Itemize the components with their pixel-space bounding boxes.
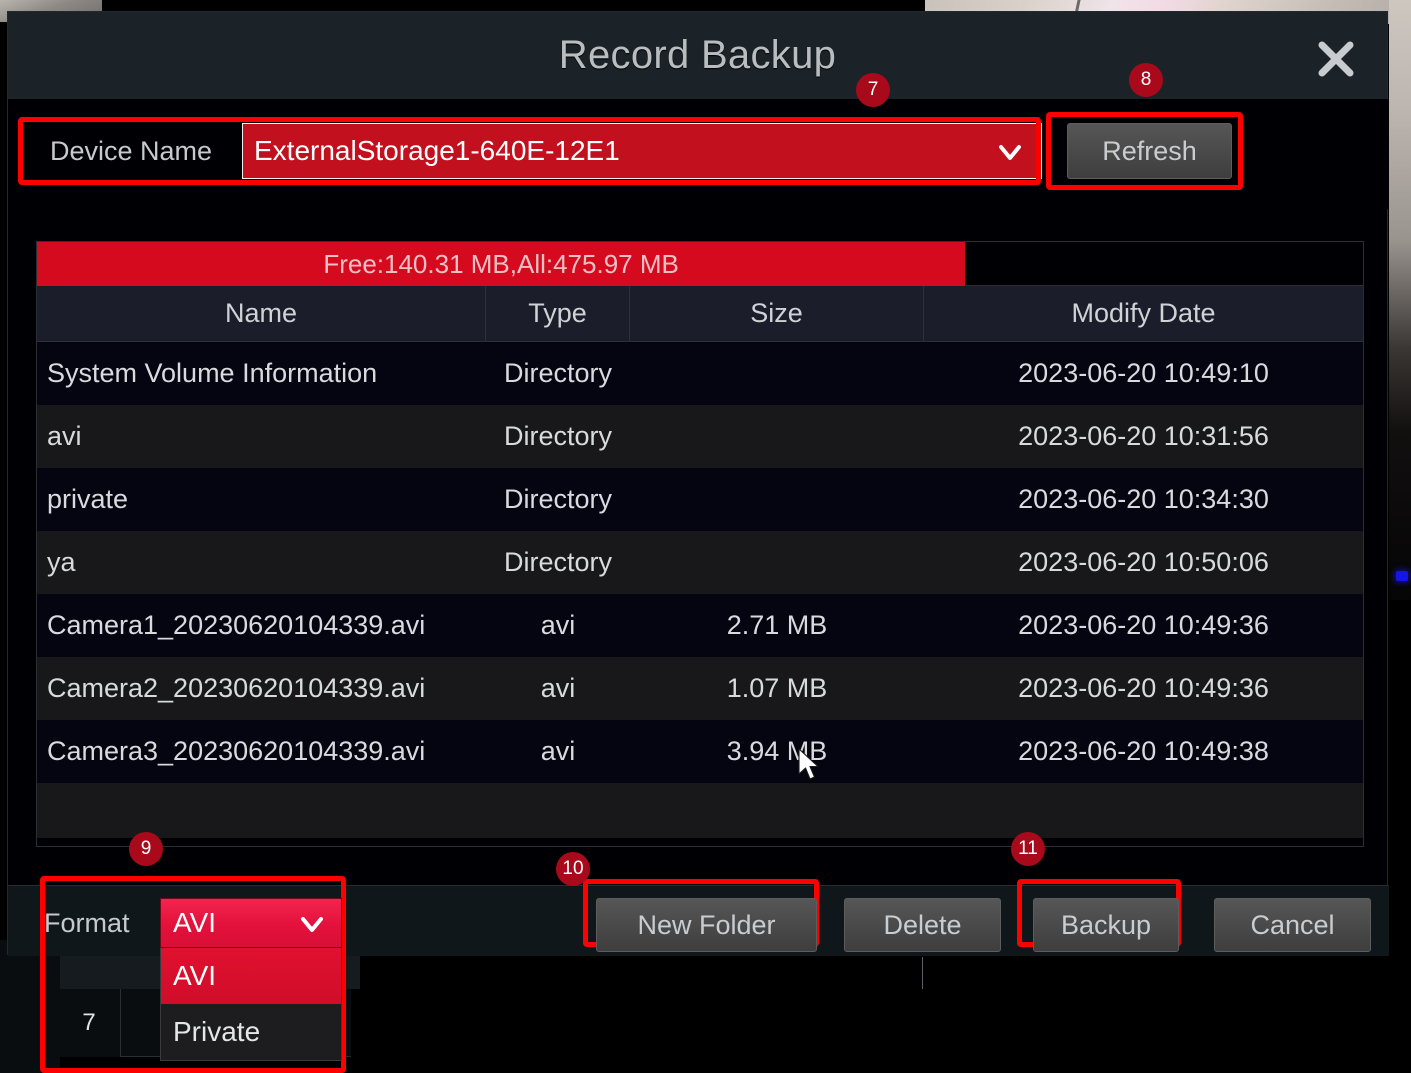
file-browser-table: Free:140.31 MB,All:475.97 MB Name Type S… bbox=[36, 241, 1364, 847]
cell-type: Directory bbox=[486, 468, 630, 531]
table-row[interactable]: Camera3_20230620104339.avi avi 3.94 MB 2… bbox=[37, 720, 1363, 783]
cell-size: 2.71 MB bbox=[630, 594, 924, 657]
cell-type: avi bbox=[486, 720, 630, 783]
cancel-button[interactable]: Cancel bbox=[1214, 898, 1371, 952]
cell-type: Directory bbox=[486, 405, 630, 468]
cell-modify-date: 2023-06-20 10:50:06 bbox=[924, 531, 1363, 594]
background-camera-image-far-right bbox=[1389, 0, 1411, 600]
annotation-badge-9: 9 bbox=[129, 832, 163, 866]
cell-name: Camera2_20230620104339.avi bbox=[37, 657, 486, 720]
background-blue-indicator bbox=[1396, 571, 1408, 581]
table-row[interactable]: ya Directory 2023-06-20 10:50:06 bbox=[37, 531, 1363, 594]
table-row[interactable]: Camera1_20230620104339.avi avi 2.71 MB 2… bbox=[37, 594, 1363, 657]
cell-type: avi bbox=[486, 594, 630, 657]
new-folder-button[interactable]: New Folder bbox=[596, 898, 817, 952]
refresh-button[interactable]: Refresh bbox=[1067, 123, 1232, 179]
background-left-panel bbox=[0, 940, 60, 1073]
format-label: Format bbox=[44, 908, 130, 939]
close-icon[interactable] bbox=[1313, 36, 1359, 82]
cell-name: Camera1_20230620104339.avi bbox=[37, 594, 486, 657]
dialog-titlebar: Record Backup bbox=[8, 12, 1387, 99]
cell-modify-date: 2023-06-20 10:49:10 bbox=[924, 342, 1363, 405]
column-header-size[interactable]: Size bbox=[630, 286, 924, 341]
record-backup-dialog: Record Backup Device Name ExternalStorag… bbox=[7, 11, 1388, 955]
annotation-badge-7: 7 bbox=[856, 73, 890, 107]
storage-usage-fill: Free:140.31 MB,All:475.97 MB bbox=[37, 242, 965, 286]
table-empty-row bbox=[37, 783, 1363, 838]
table-row[interactable]: avi Directory 2023-06-20 10:31:56 bbox=[37, 405, 1363, 468]
format-option-avi[interactable]: AVI bbox=[161, 948, 341, 1004]
cell-size: 1.07 MB bbox=[630, 657, 924, 720]
table-row[interactable]: Camera2_20230620104339.avi avi 1.07 MB 2… bbox=[37, 657, 1363, 720]
column-header-name[interactable]: Name bbox=[37, 286, 486, 341]
cell-name: System Volume Information bbox=[37, 342, 486, 405]
background-column-divider bbox=[922, 957, 923, 989]
dialog-title: Record Backup bbox=[559, 33, 836, 78]
cell-name: avi bbox=[37, 405, 486, 468]
device-name-label: Device Name bbox=[50, 136, 212, 167]
table-row[interactable]: private Directory 2023-06-20 10:34:30 bbox=[37, 468, 1363, 531]
cell-modify-date: 2023-06-20 10:31:56 bbox=[924, 405, 1363, 468]
cell-size bbox=[630, 405, 924, 468]
storage-usage-text: Free:140.31 MB,All:475.97 MB bbox=[323, 249, 679, 280]
cell-name: private bbox=[37, 468, 486, 531]
background-page-number: 7 bbox=[82, 1009, 95, 1037]
backup-button[interactable]: Backup bbox=[1033, 898, 1179, 952]
format-select[interactable]: AVI bbox=[160, 898, 342, 948]
table-row[interactable]: System Volume Information Directory 2023… bbox=[37, 342, 1363, 405]
storage-usage-bar: Free:140.31 MB,All:475.97 MB bbox=[37, 242, 1363, 286]
cell-modify-date: 2023-06-20 10:49:38 bbox=[924, 720, 1363, 783]
background-page-number-cell: 7 bbox=[58, 989, 121, 1057]
cell-name: Camera3_20230620104339.avi bbox=[37, 720, 486, 783]
device-name-row: Device Name ExternalStorage1-640E-12E1 R… bbox=[8, 99, 1389, 209]
cell-type: Directory bbox=[486, 342, 630, 405]
annotation-badge-10: 10 bbox=[556, 852, 590, 886]
chevron-down-icon bbox=[297, 909, 327, 944]
format-option-private[interactable]: Private bbox=[161, 1004, 341, 1060]
column-header-modify-date[interactable]: Modify Date bbox=[924, 286, 1363, 341]
device-name-value: ExternalStorage1-640E-12E1 bbox=[243, 135, 620, 167]
delete-button[interactable]: Delete bbox=[844, 898, 1001, 952]
cell-size bbox=[630, 531, 924, 594]
cell-name: ya bbox=[37, 531, 486, 594]
cell-size bbox=[630, 468, 924, 531]
cell-size: 3.94 MB bbox=[630, 720, 924, 783]
cell-type: Directory bbox=[486, 531, 630, 594]
chevron-down-icon bbox=[995, 137, 1025, 172]
column-header-type[interactable]: Type bbox=[486, 286, 630, 341]
device-name-select[interactable]: ExternalStorage1-640E-12E1 bbox=[242, 123, 1042, 179]
table-header-row: Name Type Size Modify Date bbox=[37, 286, 1363, 342]
cell-size bbox=[630, 342, 924, 405]
cell-modify-date: 2023-06-20 10:49:36 bbox=[924, 594, 1363, 657]
cell-modify-date: 2023-06-20 10:34:30 bbox=[924, 468, 1363, 531]
annotation-badge-11: 11 bbox=[1011, 832, 1045, 866]
annotation-badge-8: 8 bbox=[1129, 63, 1163, 97]
cell-type: avi bbox=[486, 657, 630, 720]
mouse-cursor-icon bbox=[798, 748, 824, 789]
cell-modify-date: 2023-06-20 10:49:36 bbox=[924, 657, 1363, 720]
format-selected-value: AVI bbox=[161, 907, 216, 939]
format-options-list: AVI Private bbox=[160, 948, 342, 1061]
